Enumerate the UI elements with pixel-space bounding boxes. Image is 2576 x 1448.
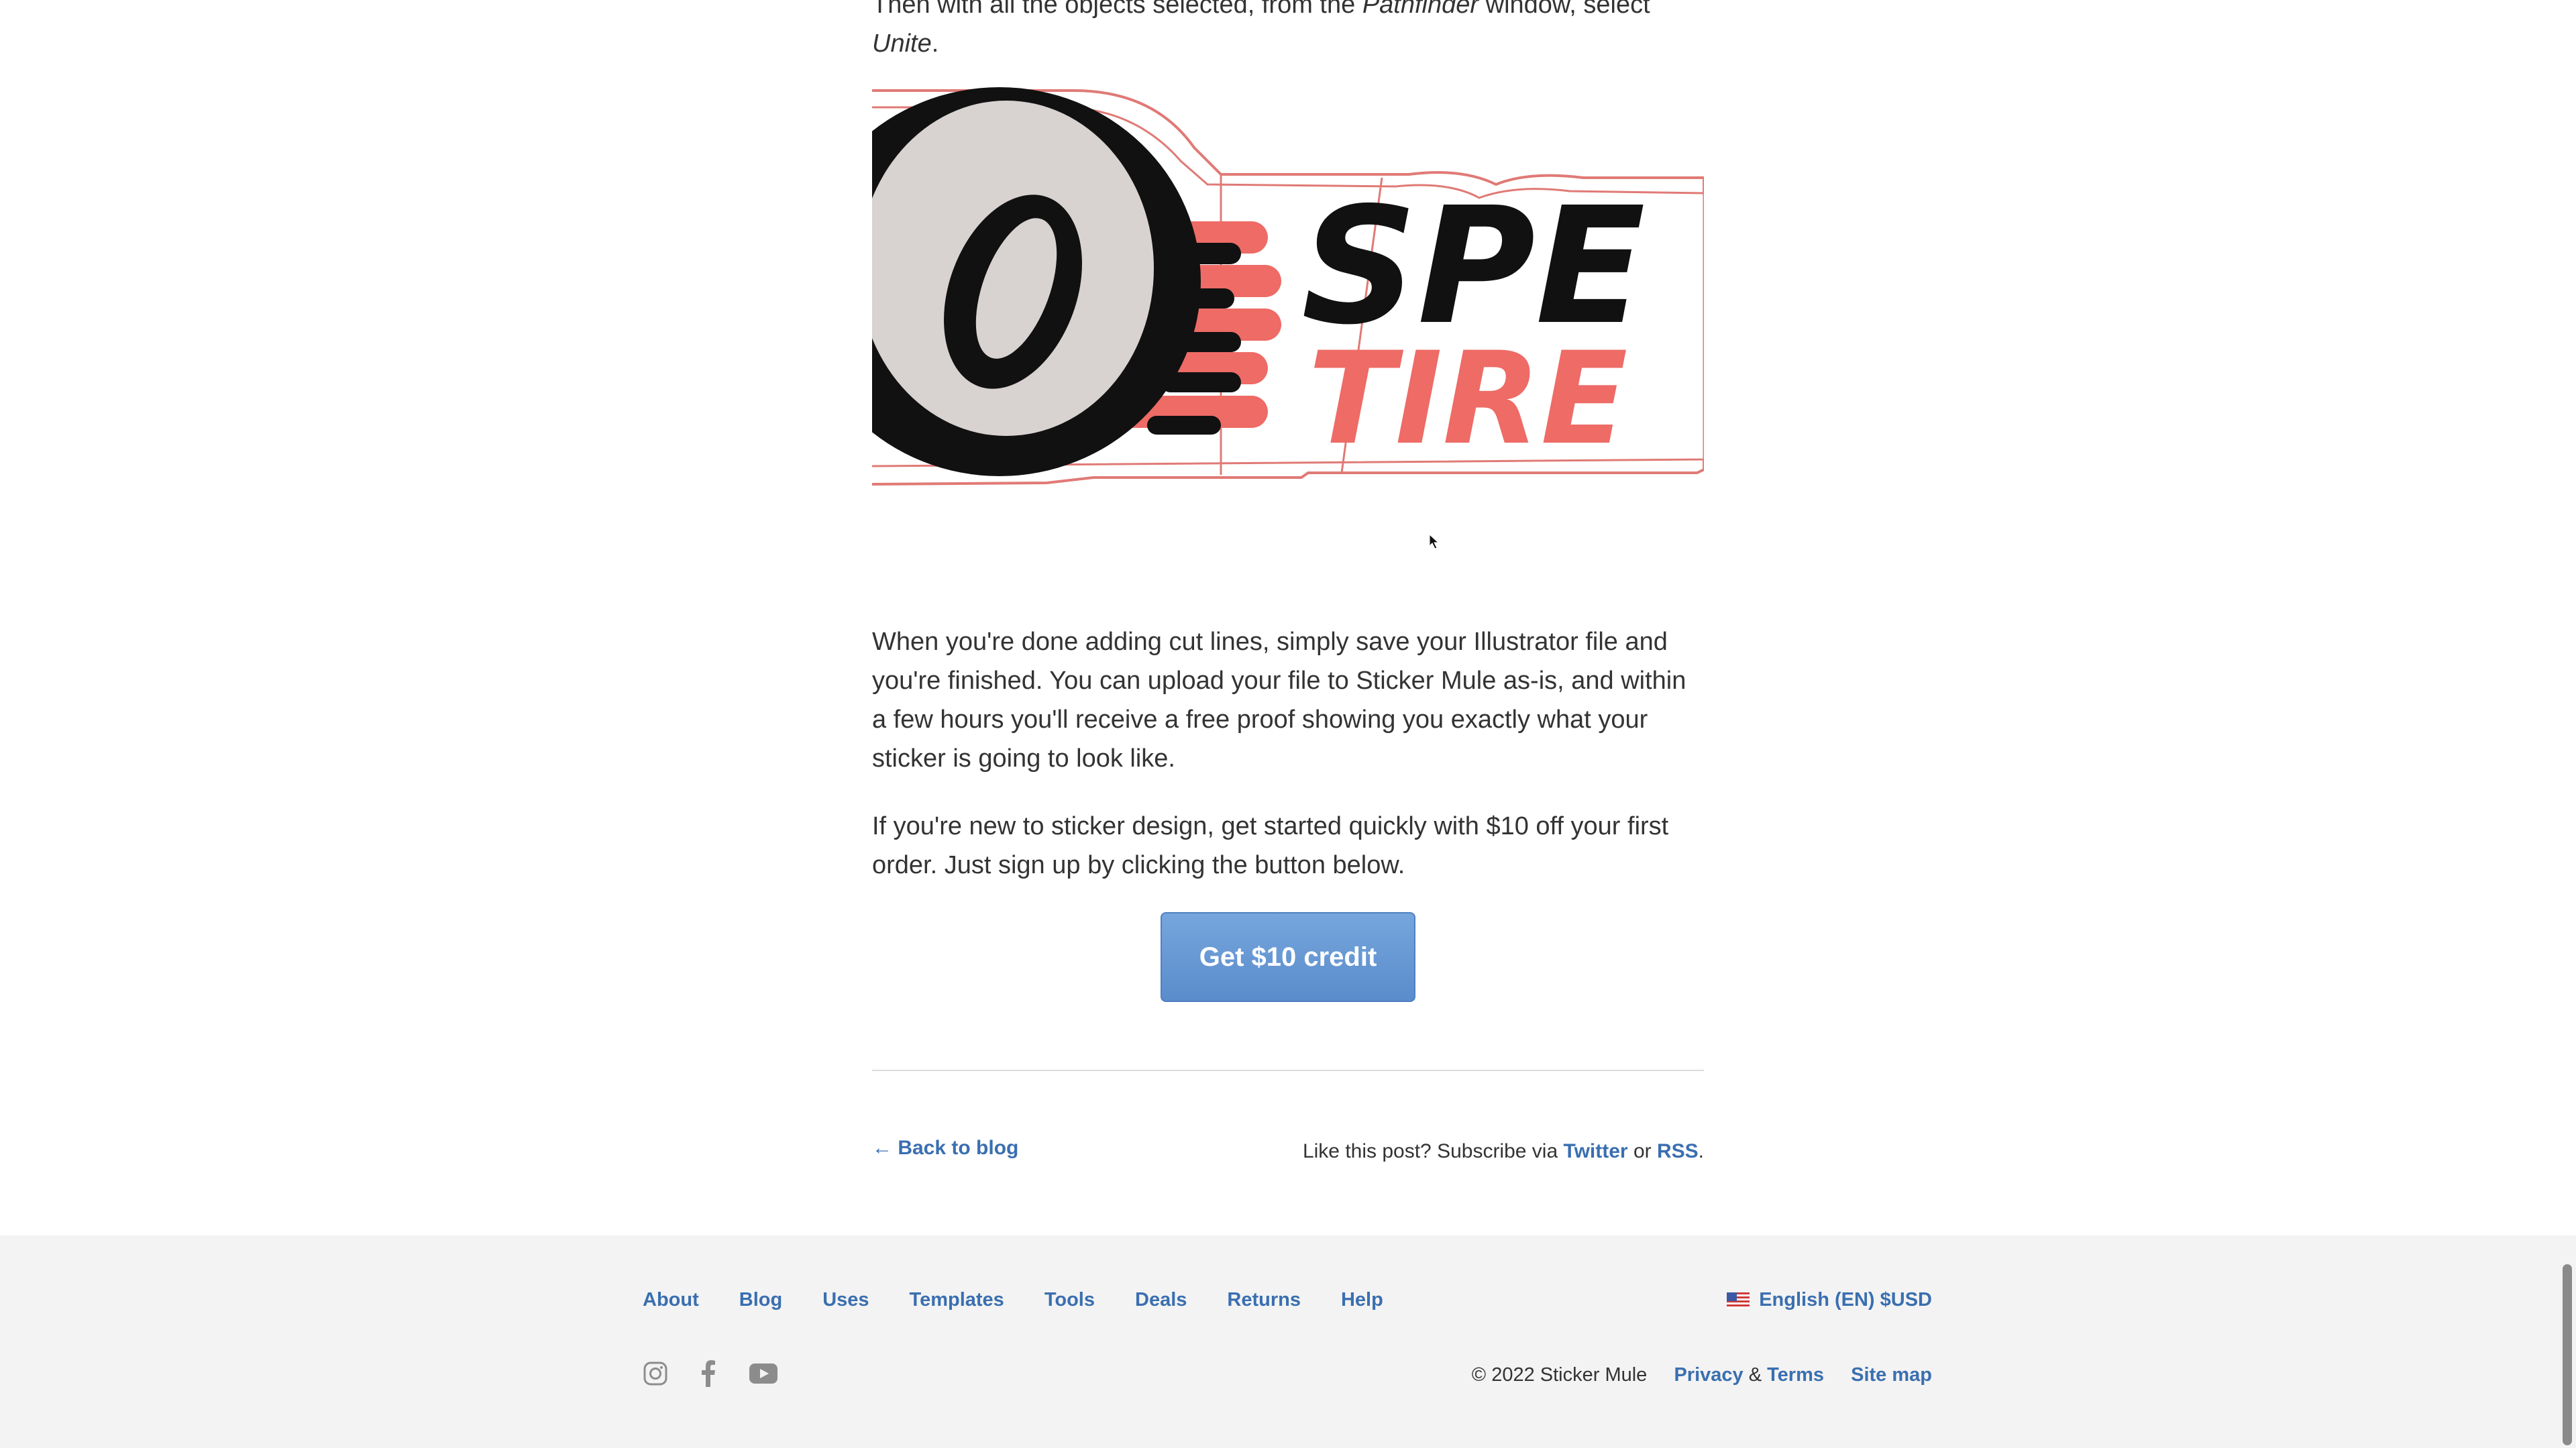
sitemap-link[interactable]: Site map: [1851, 1364, 1932, 1386]
footer-nav: About Blog Uses Templates Tools Deals Re…: [643, 1289, 1424, 1311]
footer-link-returns[interactable]: Returns: [1227, 1289, 1301, 1311]
youtube-icon[interactable]: [749, 1363, 778, 1384]
back-to-blog-link[interactable]: ← Back to blog: [872, 1137, 1018, 1160]
us-flag-icon: [1727, 1292, 1750, 1308]
language-label: English (EN) $USD: [1759, 1289, 1932, 1311]
rss-link[interactable]: RSS: [1657, 1140, 1699, 1162]
copyright-text: © 2022 Sticker Mule: [1471, 1364, 1648, 1386]
intro-paragraph: Then with all the objects selected, from…: [872, 0, 1650, 58]
paragraph-proof: When you're done adding cut lines, simpl…: [872, 628, 1686, 773]
legal-links: © 2022 Sticker Mule Privacy & Terms Site…: [1471, 1364, 1932, 1386]
divider: [872, 1070, 1704, 1071]
site-footer: About Blog Uses Templates Tools Deals Re…: [0, 1235, 2576, 1448]
sticker-text-bottom: TIRE: [1308, 325, 1627, 473]
social-links: [643, 1360, 778, 1387]
mouse-cursor-icon: [1429, 534, 1440, 549]
scrollbar-thumb[interactable]: [2563, 1264, 2572, 1445]
subscribe-text: Like this post? Subscribe via Twitter or…: [1302, 1140, 1704, 1162]
sticker-cutline-image: SPE TIRE: [872, 67, 1704, 496]
twitter-link[interactable]: Twitter: [1564, 1140, 1628, 1162]
terms-link[interactable]: Terms: [1767, 1364, 1824, 1386]
privacy-link[interactable]: Privacy: [1674, 1364, 1743, 1386]
get-credit-button[interactable]: Get $10 credit: [1161, 912, 1415, 1002]
footer-link-uses[interactable]: Uses: [822, 1289, 869, 1311]
instagram-icon[interactable]: [643, 1361, 668, 1386]
footer-link-about[interactable]: About: [643, 1289, 699, 1311]
language-selector[interactable]: English (EN) $USD: [1727, 1289, 1932, 1311]
footer-link-deals[interactable]: Deals: [1135, 1289, 1187, 1311]
footer-link-blog[interactable]: Blog: [739, 1289, 782, 1311]
facebook-icon[interactable]: [700, 1360, 716, 1387]
footer-link-tools[interactable]: Tools: [1044, 1289, 1095, 1311]
footer-link-templates[interactable]: Templates: [910, 1289, 1004, 1311]
footer-link-help[interactable]: Help: [1341, 1289, 1383, 1311]
paragraph-credit: If you're new to sticker design, get sta…: [872, 812, 1669, 879]
